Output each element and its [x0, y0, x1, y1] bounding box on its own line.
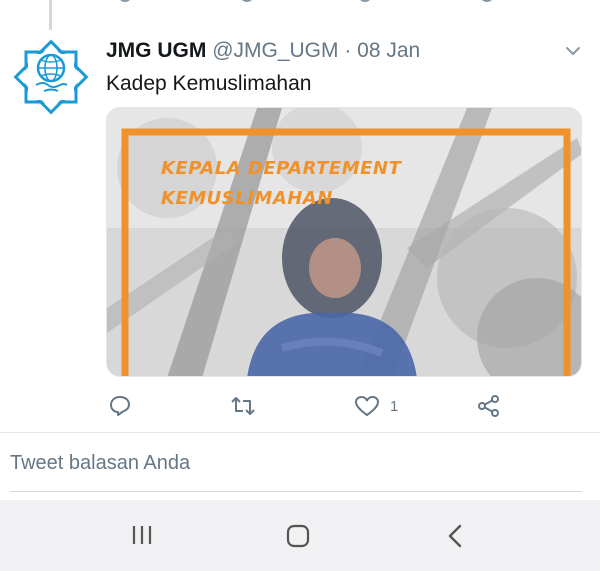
jmg-logo-icon — [13, 39, 89, 115]
previous-tweet-actions — [0, 0, 600, 4]
retweet-icon — [231, 397, 255, 415]
heart-icon — [355, 396, 379, 416]
chevron-down-icon[interactable] — [564, 44, 582, 58]
reply-icon — [110, 396, 130, 416]
previous-heart-icon[interactable] — [358, 0, 372, 2]
previous-share-icon[interactable] — [480, 0, 494, 2]
retweet-button[interactable] — [230, 392, 256, 420]
share-icon — [478, 395, 499, 417]
section-divider — [0, 432, 600, 433]
tweet-action-bar: 1 — [0, 392, 600, 422]
reply-input-underline — [10, 491, 582, 492]
author-handle-date[interactable]: @JMG_UGM · 08 Jan — [212, 39, 420, 62]
previous-reply-icon[interactable] — [118, 0, 132, 2]
back-button[interactable] — [446, 524, 466, 553]
home-button[interactable] — [286, 524, 310, 553]
like-count: 1 — [390, 397, 399, 415]
previous-retweet-icon[interactable] — [240, 0, 254, 2]
poster-image — [107, 108, 581, 376]
avatar[interactable] — [10, 38, 92, 118]
tweet-header: JMG UGM @JMG_UGM · 08 Jan — [106, 38, 420, 64]
reply-button[interactable] — [108, 392, 132, 420]
poster-title-line2: KEMUSLIMAHAN — [161, 188, 333, 209]
like-button[interactable]: 1 — [354, 392, 398, 420]
home-icon — [286, 524, 310, 548]
recents-button[interactable] — [130, 524, 154, 551]
android-navigation-bar — [0, 500, 600, 571]
recents-icon — [132, 526, 152, 544]
reply-input[interactable]: Tweet balasan Anda — [10, 452, 190, 475]
tweet-media-image[interactable]: KEPALA DEPARTEMENT KEMUSLIMAHAN — [106, 107, 582, 377]
back-icon — [448, 524, 462, 548]
share-button[interactable] — [476, 392, 502, 420]
thread-connector-line — [49, 0, 52, 30]
poster-title-line1: KEPALA DEPARTEMENT — [161, 158, 402, 179]
author-name[interactable]: JMG UGM — [106, 39, 206, 62]
tweet-text: Kadep Kemuslimahan — [106, 72, 312, 95]
